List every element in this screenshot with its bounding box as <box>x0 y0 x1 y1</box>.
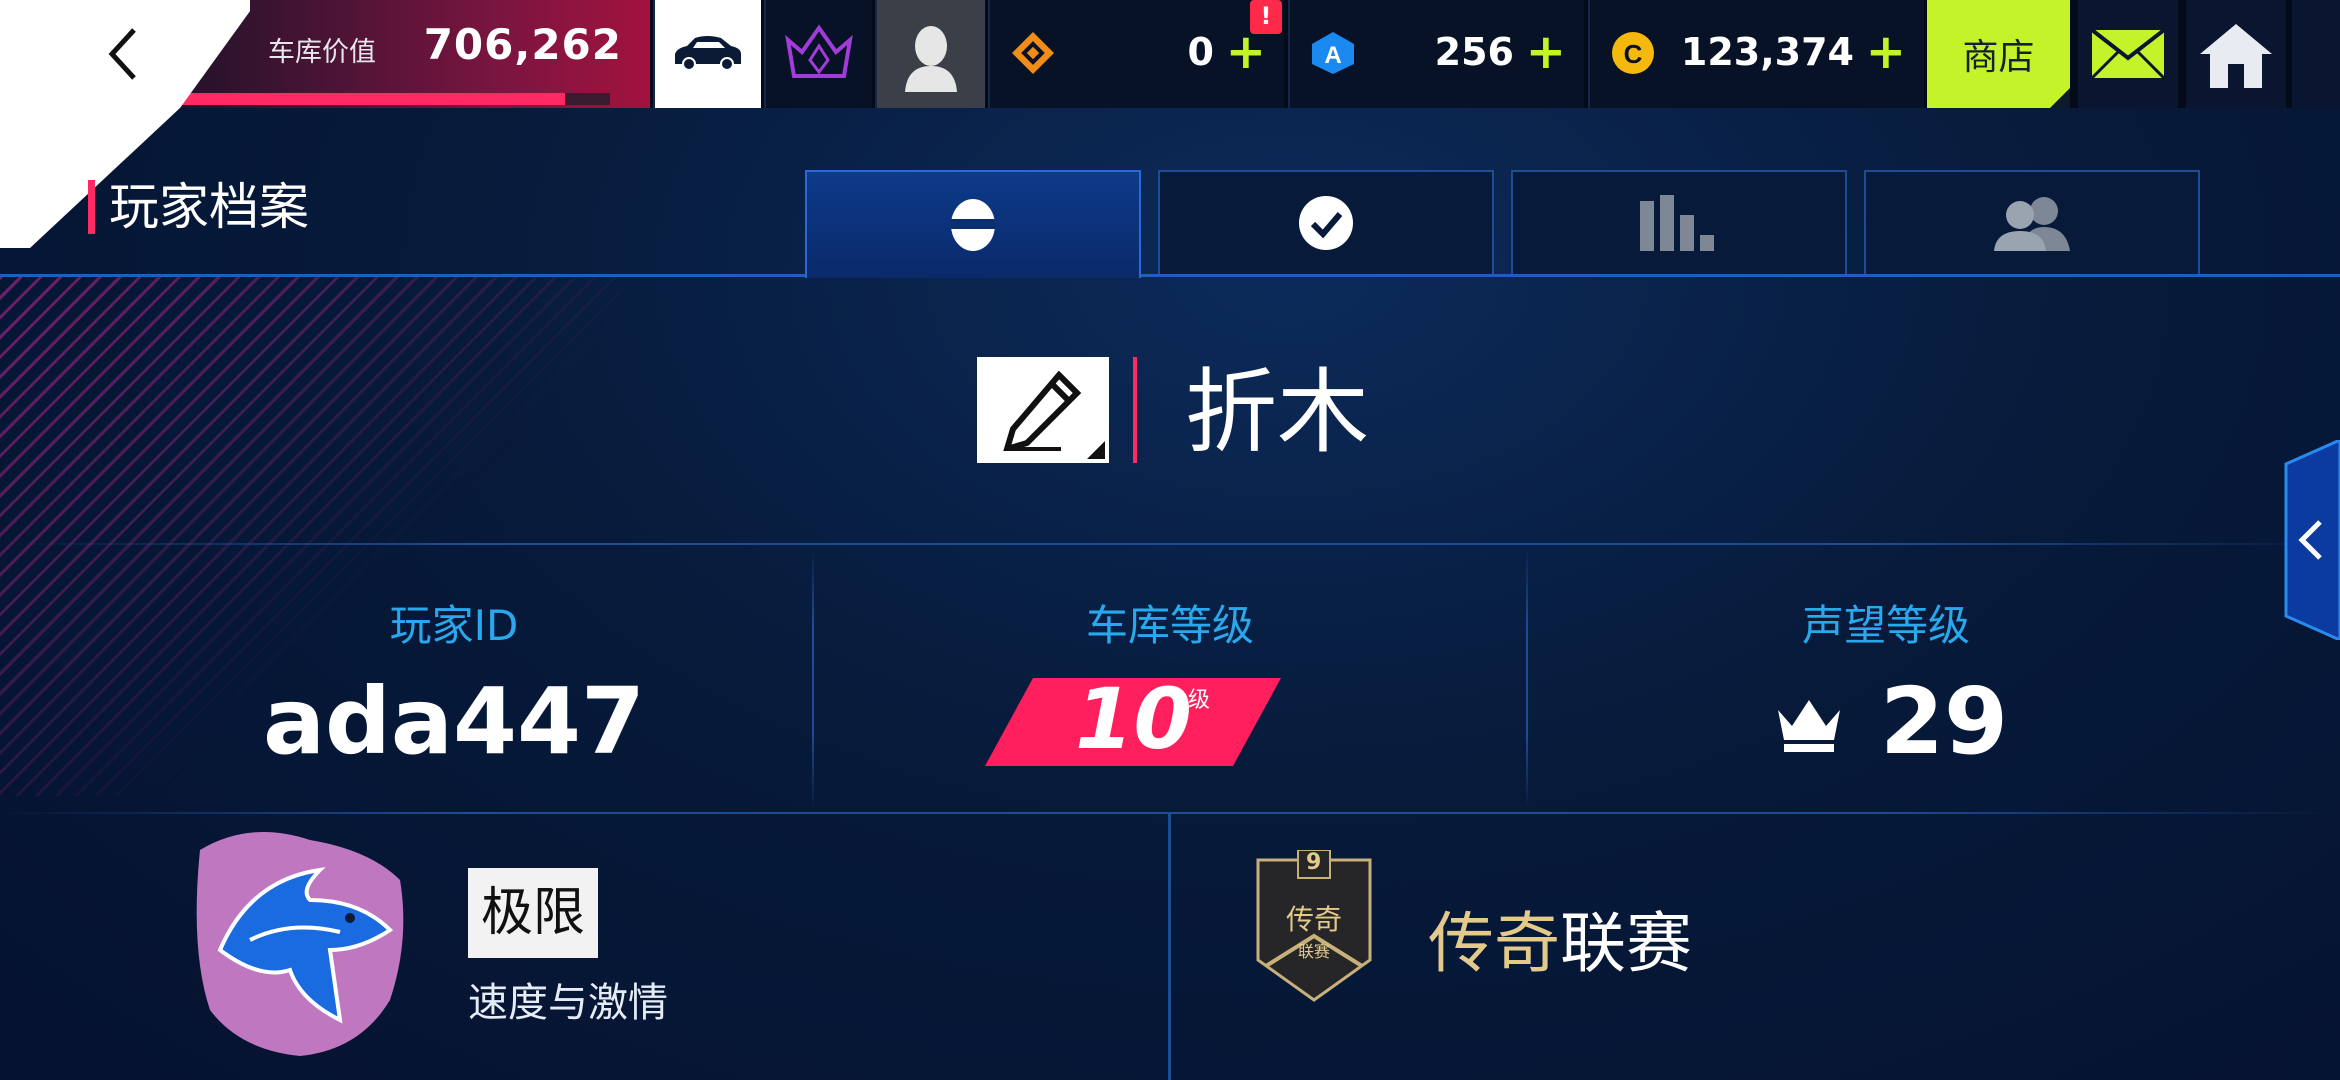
add-a-tokens-plus-icon[interactable]: + <box>1526 24 1566 80</box>
player-name: 折木 <box>1185 359 1370 466</box>
fame-level-label: 声望等级 <box>1801 601 1970 650</box>
stat-divider <box>1526 548 1528 810</box>
purple-crown-icon <box>785 24 853 78</box>
shop-button[interactable]: 商店 <box>1927 0 2070 108</box>
tab-profile[interactable] <box>805 170 1141 278</box>
avatar-icon <box>905 26 957 92</box>
league-name-gold: 传奇 <box>1428 905 1560 982</box>
car-button[interactable] <box>653 0 761 108</box>
credits-value: 123,374 <box>1680 30 1854 74</box>
crown-icon <box>1778 700 1840 752</box>
shark-club-logo-icon[interactable] <box>190 820 410 1060</box>
page-title: 玩家档案 <box>88 180 309 234</box>
shop-corner-decoration <box>2050 88 2070 108</box>
edit-corner-decoration <box>1087 441 1105 459</box>
fame-level-value: 29 <box>1880 668 2009 775</box>
stats-icon <box>1640 195 1714 251</box>
garage-level-value: 10 <box>1075 670 1192 768</box>
stat-divider <box>812 548 814 810</box>
back-button[interactable] <box>0 0 250 108</box>
tab-stats[interactable] <box>1511 170 1847 274</box>
player-id-label: 玩家ID <box>389 601 519 650</box>
separator-line <box>0 543 2340 545</box>
avatar-button[interactable] <box>875 0 985 108</box>
tab-baseline <box>0 274 2340 277</box>
currency-a-tokens[interactable]: A 256 + <box>1288 0 1584 108</box>
svg-text:C: C <box>1624 39 1643 69</box>
league-name: 传奇联赛 <box>1428 890 1692 986</box>
name-divider <box>1133 357 1137 463</box>
top-bar: 车库价值 706,262 0 + ! A 256 + C 123,374 + 商… <box>0 0 2340 108</box>
mail-button[interactable] <box>2078 0 2178 108</box>
garage-level-unit: 级 <box>1188 688 1211 713</box>
shop-label: 商店 <box>1962 37 2035 78</box>
helmet-icon <box>951 199 995 251</box>
currency-gems[interactable]: 0 + <box>988 0 1284 108</box>
a-token-icon: A <box>1312 32 1354 74</box>
gems-value: 0 <box>1187 30 1214 74</box>
garage-level-label: 车库等级 <box>1085 601 1254 650</box>
add-credits-plus-icon[interactable]: + <box>1866 24 1906 80</box>
c-coin-icon: C <box>1612 32 1654 74</box>
garage-value-number: 706,262 <box>423 20 622 69</box>
tab-friends[interactable] <box>1864 170 2200 274</box>
friends-icon <box>1994 197 2070 251</box>
garage-value-label: 车库价值 <box>268 37 376 68</box>
topbar-edge-button[interactable] <box>2292 0 2340 108</box>
side-drawer-tab[interactable] <box>2278 440 2340 640</box>
notification-badge: ! <box>1250 0 1282 34</box>
currency-credits[interactable]: C 123,374 + <box>1588 0 1924 108</box>
club-tag: 极限 <box>468 868 598 958</box>
league-badge-number: 9 <box>1306 850 1322 875</box>
rank-crown-button[interactable] <box>764 0 872 108</box>
chevron-left-icon <box>108 28 136 80</box>
home-button[interactable] <box>2186 0 2286 108</box>
club-subtitle: 速度与激情 <box>468 980 668 1026</box>
player-id-value: ada447 <box>262 668 646 775</box>
tab-achievements[interactable] <box>1158 170 1494 274</box>
league-badge-text: 传奇 <box>1286 903 1343 936</box>
car-icon <box>675 36 741 71</box>
league-badge[interactable]: 9 传奇 联赛 <box>1252 849 1376 1006</box>
edit-name-button[interactable] <box>977 357 1109 463</box>
home-icon <box>2200 24 2272 88</box>
pencil-icon <box>1003 371 1082 451</box>
svg-text:A: A <box>1324 42 1341 69</box>
league-name-white: 联赛 <box>1560 905 1692 982</box>
league-badge-subtext: 联赛 <box>1298 942 1331 961</box>
a-tokens-value: 256 <box>1434 30 1514 74</box>
gem-icon <box>1012 32 1054 74</box>
mail-icon <box>2090 28 2166 80</box>
bottom-divider <box>1168 814 1171 1080</box>
check-icon <box>1299 196 1353 250</box>
